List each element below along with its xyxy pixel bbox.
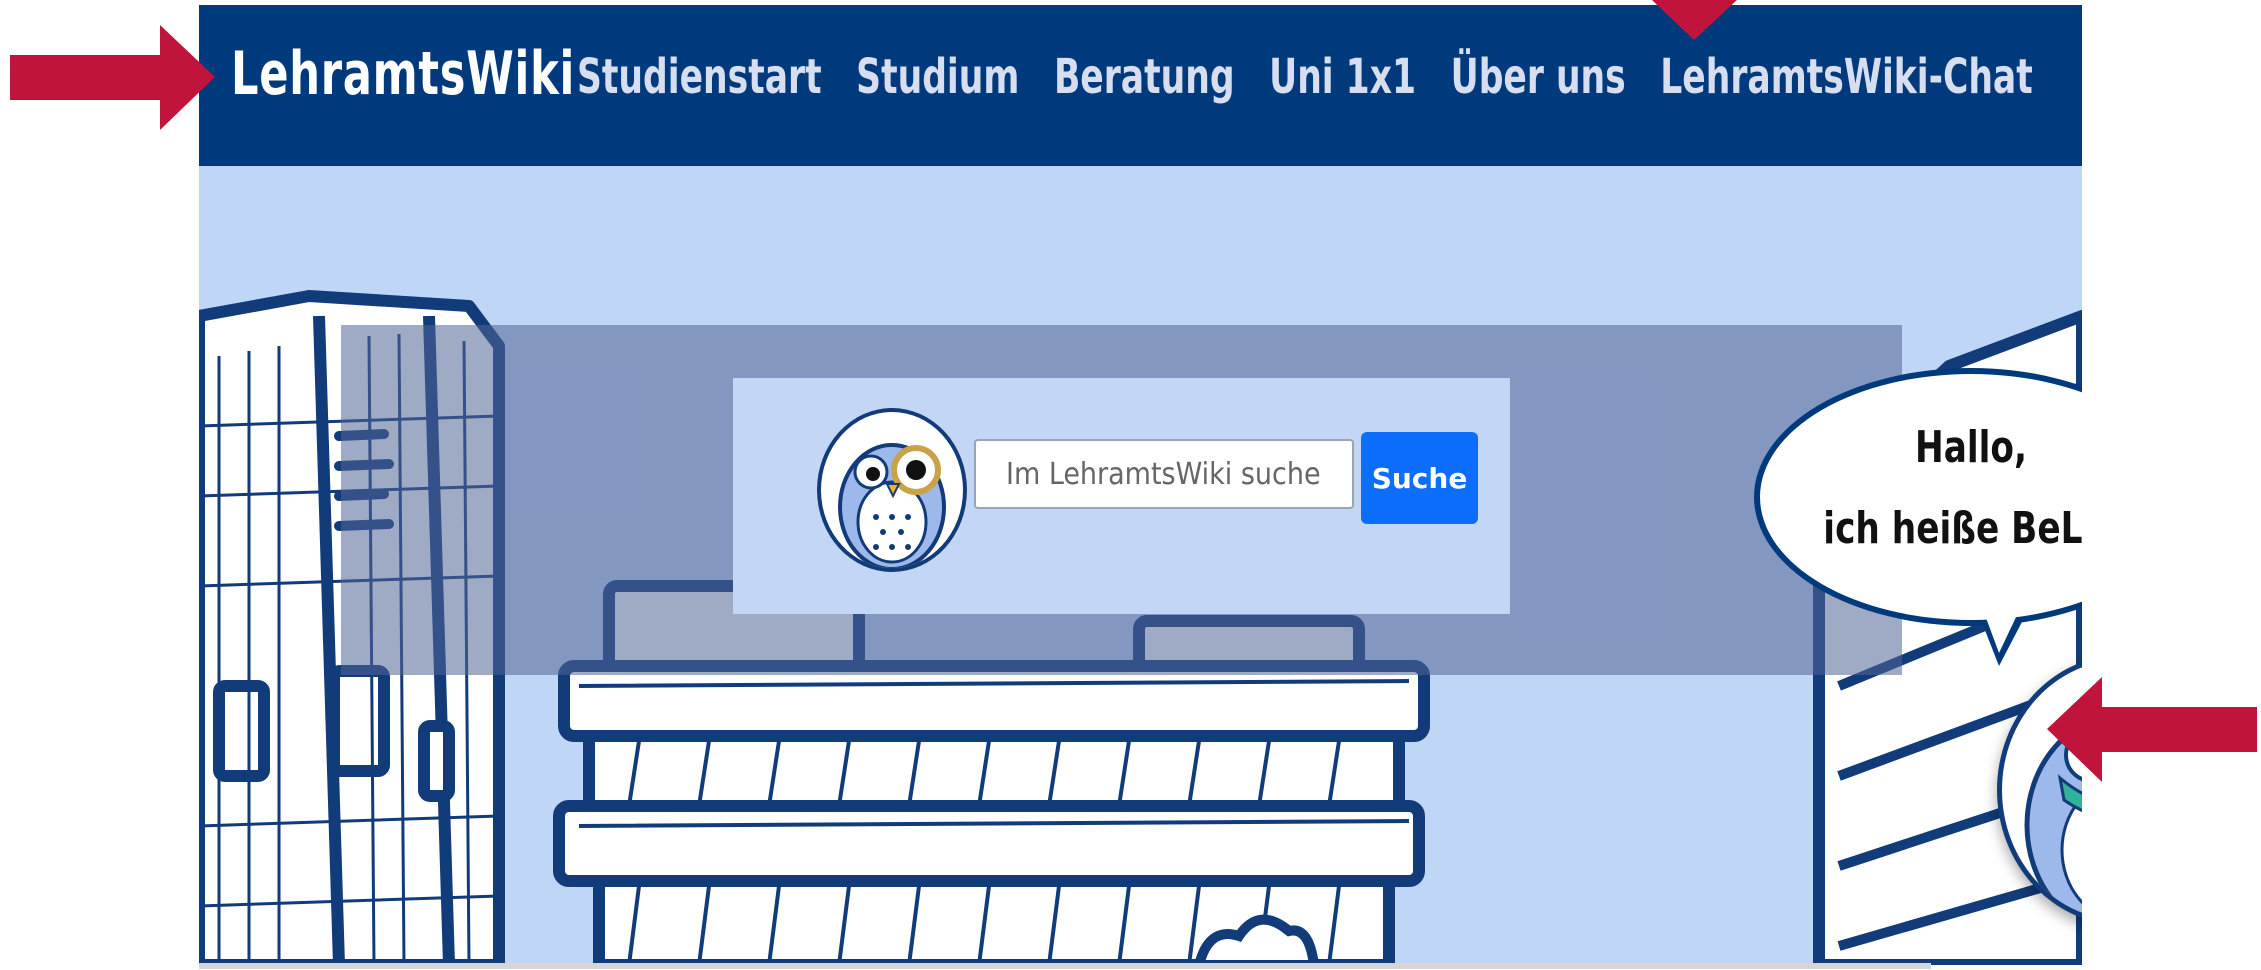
nav-item-chat[interactable]: LehramtsWiki-Chat: [1660, 49, 2032, 105]
nav-item-studium[interactable]: Studium: [856, 49, 1019, 105]
search-input[interactable]: [974, 439, 1354, 509]
website-page: LehramtsWiki Studienstart Studium Beratu…: [199, 5, 2082, 965]
speech-bubble-tail-fill: [1985, 615, 2017, 653]
main-nav: Studienstart Studium Beratung Uni 1x1 Üb…: [577, 49, 2067, 105]
annotation-arrow-icon: [10, 25, 215, 130]
greeting-line-1: Hallo,: [1914, 422, 2028, 473]
nav-item-ueber-uns[interactable]: Über uns: [1451, 49, 1626, 105]
brand-logo-link[interactable]: LehramtsWiki: [231, 39, 575, 109]
annotation-arrow-icon: [2047, 677, 2257, 782]
navbar: LehramtsWiki Studienstart Studium Beratu…: [199, 5, 2082, 166]
annotation-arrow-icon: [1652, 0, 1737, 40]
horizontal-scrollbar[interactable]: [199, 963, 1931, 969]
nav-item-beratung[interactable]: Beratung: [1054, 49, 1235, 105]
search-button[interactable]: Suche: [1361, 432, 1478, 524]
nav-item-uni-1x1[interactable]: Uni 1x1: [1269, 49, 1416, 105]
search-panel: Suche: [733, 378, 1510, 614]
nav-item-studienstart[interactable]: Studienstart: [577, 49, 822, 105]
owl-magnifier-icon: [817, 408, 967, 572]
greeting-line-2: ich heiße BeLa.: [1823, 503, 2082, 554]
